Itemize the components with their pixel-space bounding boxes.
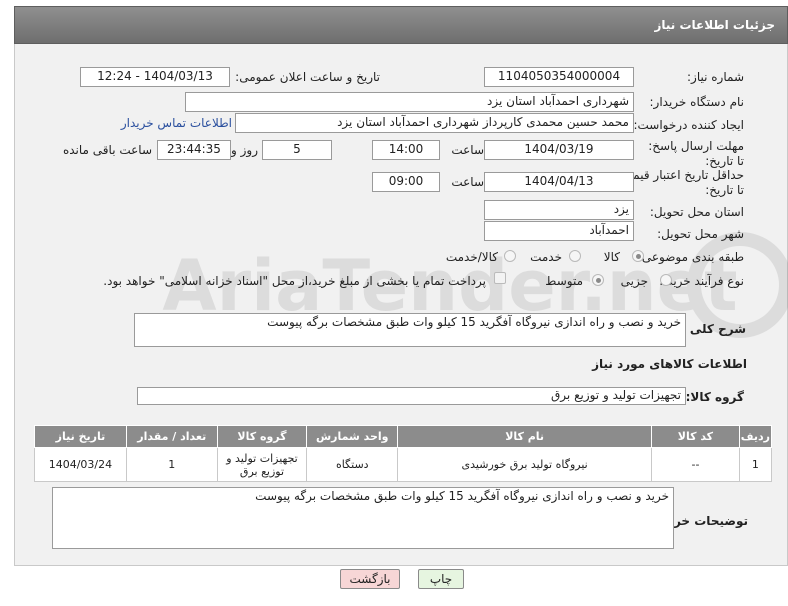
province-label: استان محل تحویل: xyxy=(649,205,744,219)
city-label: شهر محل تحویل: xyxy=(657,227,744,241)
city-field: احمدآباد xyxy=(484,221,634,241)
price-validity-time-field: 09:00 xyxy=(372,172,440,192)
cell-index: 1 xyxy=(738,447,773,482)
category-both-radio[interactable] xyxy=(504,250,516,262)
table-row: 1 -- نیروگاه تولید برق خورشیدی دستگاه تج… xyxy=(34,447,773,482)
deadline-date-field: 1404/03/19 xyxy=(484,140,634,160)
goods-group-label: گروه کالا: xyxy=(685,390,744,404)
need-number-label: شماره نیاز: xyxy=(687,70,744,84)
announce-datetime-field: 1404/03/13 - 12:24 xyxy=(80,67,230,87)
buyer-notes-textarea[interactable]: خرید و نصب و راه اندازی نیروگاه آفگرید 1… xyxy=(52,487,674,549)
announce-label: تاریخ و ساعت اعلان عمومی: xyxy=(235,70,380,84)
need-number-field: 1104050354000004 xyxy=(484,67,634,87)
col-qty: تعداد / مقدار xyxy=(125,425,218,448)
cell-qty: 1 xyxy=(125,447,218,482)
col-name: نام کالا xyxy=(397,425,653,448)
remaining-time-field: 23:44:35 xyxy=(157,140,231,160)
category-service-label: خدمت xyxy=(530,250,562,264)
buyer-org-field: شهرداری احمدآباد استان یزد xyxy=(185,92,634,112)
goods-group-field: تجهیزات تولید و توزیع برق xyxy=(137,387,686,405)
col-group: گروه کالا xyxy=(216,425,308,448)
summary-textarea[interactable]: خرید و نصب و راه اندازی نیروگاه آفگرید 1… xyxy=(134,313,686,347)
process-minor-label: جزیی xyxy=(620,274,648,288)
col-unit: واحد شمارش xyxy=(306,425,399,448)
col-code: کد کالا xyxy=(651,425,740,448)
page-title: جزئیات اطلاعات نیاز xyxy=(654,18,775,32)
buyer-org-label: نام دستگاه خریدار: xyxy=(649,95,745,109)
process-minor-radio[interactable] xyxy=(660,274,672,286)
province-field: یزد xyxy=(484,200,634,220)
col-date: تاریخ نیاز xyxy=(34,425,127,448)
col-row-index: ردیف xyxy=(738,425,773,448)
days-remaining-field: 5 xyxy=(262,140,332,160)
days-label: روز و xyxy=(231,143,258,157)
cell-unit: دستگاه xyxy=(306,447,399,482)
panel-titlebar: جزئیات اطلاعات نیاز xyxy=(14,6,788,44)
goods-section-title: اطلاعات کالاهای مورد نیاز xyxy=(592,357,747,371)
process-medium-label: متوسط xyxy=(545,274,583,288)
cell-name: نیروگاه تولید برق خورشیدی xyxy=(397,447,653,482)
creator-field: محمد حسین محمدی کارپرداز شهرداری احمدآبا… xyxy=(235,113,634,133)
category-goods-label: کالا xyxy=(603,250,620,264)
goods-table-header: ردیف کد کالا نام کالا واحد شمارش گروه کا… xyxy=(34,425,773,448)
category-both-label: کالا/خدمت xyxy=(445,250,498,264)
cell-date: 1404/03/24 xyxy=(34,447,127,482)
deadline-label: مهلت ارسال پاسخ: تا تاریخ: xyxy=(648,139,744,168)
category-service-radio[interactable] xyxy=(569,250,581,262)
treasury-payment-checkbox[interactable] xyxy=(494,272,506,284)
cell-group: تجهیزات تولید و توزیع برق xyxy=(216,447,308,482)
back-button[interactable]: بازگشت xyxy=(340,569,400,589)
print-button[interactable]: چاپ xyxy=(418,569,464,589)
price-validity-date-field: 1404/04/13 xyxy=(484,172,634,192)
deadline-time-label: ساعت xyxy=(451,143,484,157)
remaining-time-label: ساعت باقی مانده xyxy=(62,143,152,157)
contact-info-link[interactable]: اطلاعات تماس خریدار xyxy=(121,116,232,130)
treasury-payment-note: پرداخت تمام یا بخشی از مبلغ خرید،از محل … xyxy=(103,274,486,288)
category-goods-radio[interactable] xyxy=(632,250,644,262)
deadline-time-field: 14:00 xyxy=(372,140,440,160)
process-medium-radio[interactable] xyxy=(592,274,604,286)
price-validity-time-label: ساعت xyxy=(451,175,484,189)
goods-table: ردیف کد کالا نام کالا واحد شمارش گروه کا… xyxy=(34,425,773,482)
cell-code: -- xyxy=(651,447,740,482)
category-label: طبقه بندی موضوعی: xyxy=(637,250,744,264)
creator-label: ایجاد کننده درخواست: xyxy=(633,118,744,132)
